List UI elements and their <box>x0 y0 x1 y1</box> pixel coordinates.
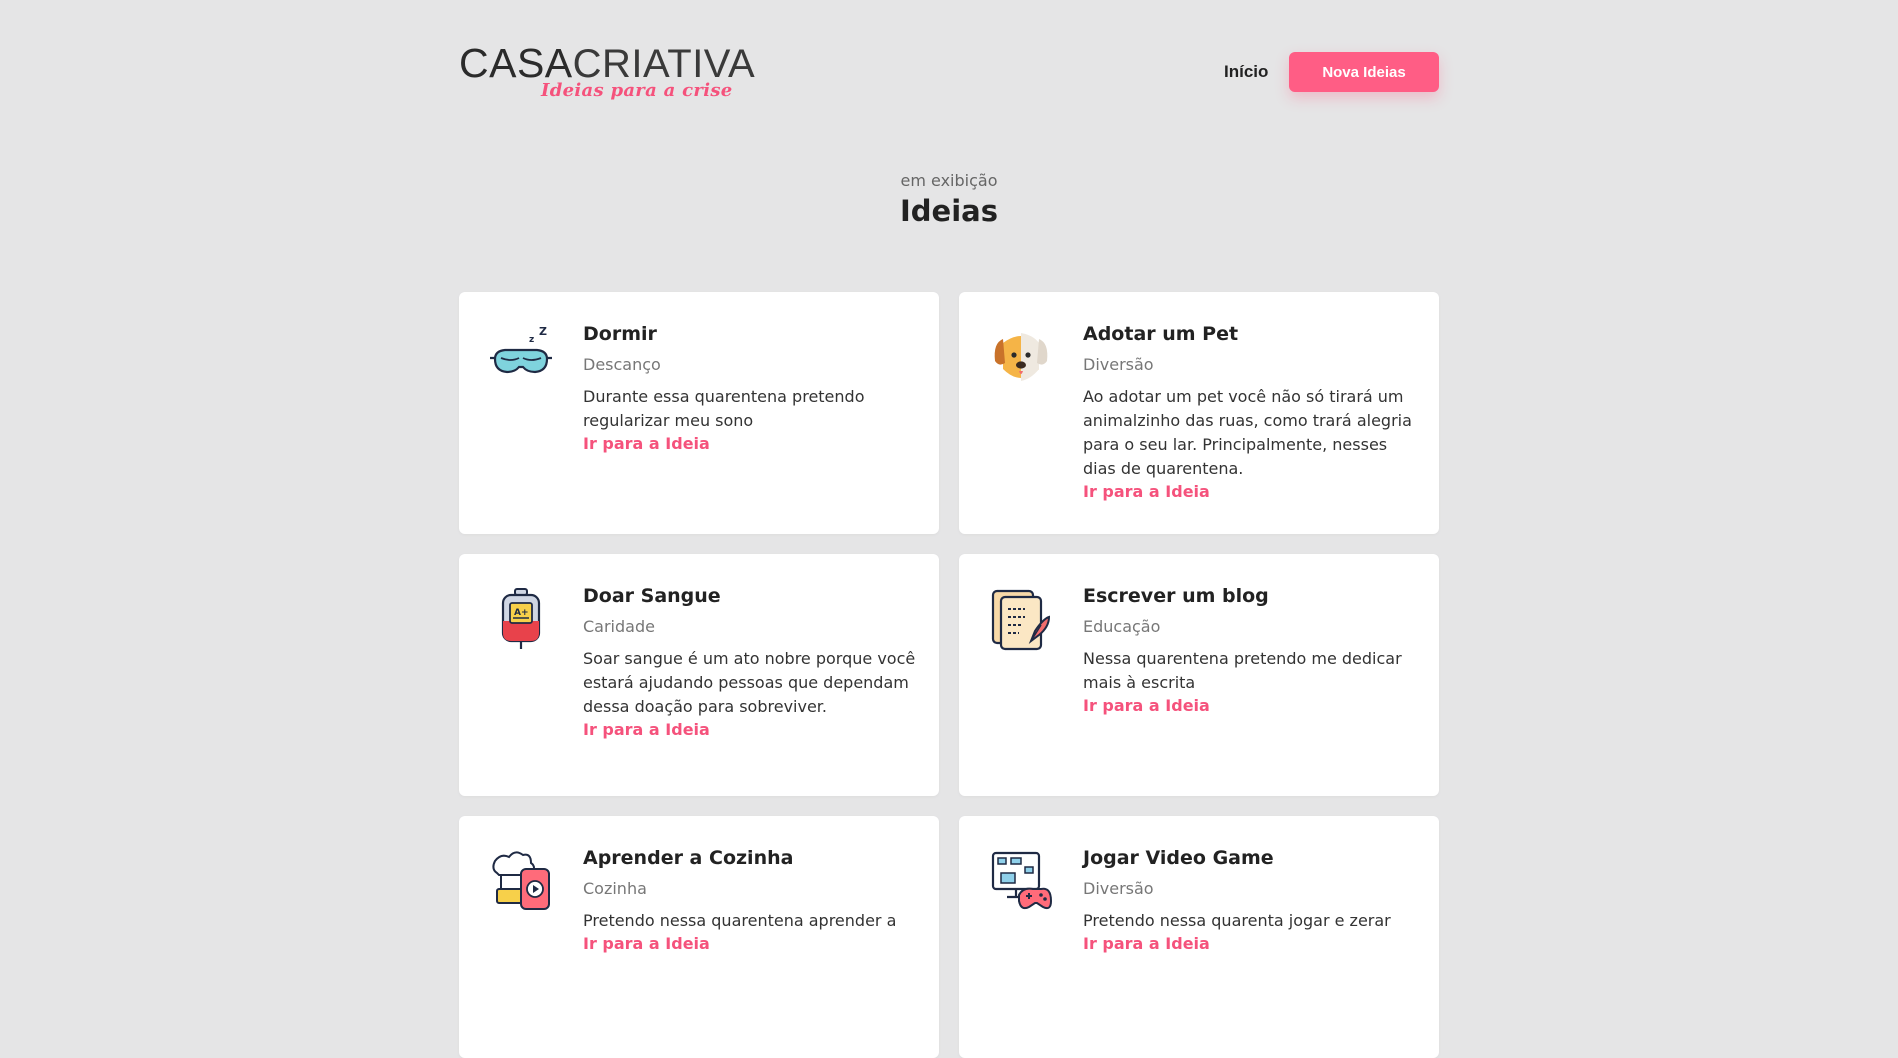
writing-paper-icon <box>991 589 1051 651</box>
svg-text:A+: A+ <box>514 608 529 618</box>
go-to-idea-link[interactable]: Ir para a Ideia <box>1083 933 1423 955</box>
idea-card: Escrever um blog Educação Nessa quarente… <box>959 554 1439 796</box>
idea-title: Dormir <box>583 323 657 345</box>
dog-icon <box>994 333 1048 381</box>
go-to-idea-link[interactable]: Ir para a Ideia <box>583 933 923 955</box>
idea-title: Doar Sangue <box>583 585 721 607</box>
new-idea-button[interactable]: Nova Ideias <box>1289 52 1439 92</box>
video-game-icon <box>991 851 1053 910</box>
idea-card: Adotar um Pet Diversão Ao adotar um pet … <box>959 292 1439 534</box>
go-to-idea-link[interactable]: Ir para a Ideia <box>1083 695 1423 717</box>
logo-tagline: Ideias para a crise <box>541 80 733 101</box>
idea-title: Escrever um blog <box>1083 585 1269 607</box>
idea-category: Diversão <box>1083 354 1154 374</box>
idea-card: Jogar Video Game Diversão Pretendo nessa… <box>959 816 1439 1058</box>
svg-text:z: z <box>529 335 534 345</box>
section-title: Ideias <box>900 194 998 228</box>
idea-card: Aprender a Cozinha Cozinha Pretendo ness… <box>459 816 939 1058</box>
go-to-idea-link[interactable]: Ir para a Ideia <box>1083 481 1423 503</box>
sleep-mask-icon: z Z <box>490 325 552 374</box>
idea-category: Diversão <box>1083 878 1154 898</box>
idea-description: Soar sangue é um ato nobre porque você e… <box>583 649 916 717</box>
svg-text:Z: Z <box>539 325 547 338</box>
idea-card: z Z Dormir Descanço Durante essa quarent… <box>459 292 939 534</box>
idea-description: Ao adotar um pet você não só tirará um a… <box>1083 387 1412 479</box>
go-to-idea-link[interactable]: Ir para a Ideia <box>583 719 923 741</box>
go-to-idea-link[interactable]: Ir para a Ideia <box>583 433 923 455</box>
section-overline: em exibição <box>900 171 998 190</box>
idea-title: Adotar um Pet <box>1083 323 1239 345</box>
idea-description: Nessa quarentena pretendo me dedicar mai… <box>1083 649 1402 693</box>
idea-category: Descanço <box>583 354 661 374</box>
idea-category: Educação <box>1083 616 1161 636</box>
idea-category: Cozinha <box>583 878 647 898</box>
idea-title: Jogar Video Game <box>1083 847 1274 869</box>
blood-bag-icon: A+ <box>501 588 541 649</box>
idea-description: Pretendo nessa quarentena aprender a <box>583 911 897 931</box>
idea-description: Pretendo nessa quarenta jogar e zerar <box>1083 911 1391 931</box>
idea-title: Aprender a Cozinha <box>583 847 794 869</box>
nav-home-link[interactable]: Início <box>1224 62 1268 82</box>
cooking-video-icon <box>492 851 550 910</box>
idea-card: A+ Doar Sangue Caridade Soar sangue é um… <box>459 554 939 796</box>
idea-description: Durante essa quarentena pretendo regular… <box>583 387 865 431</box>
logo[interactable]: CASACRIATIVA Ideias para a crise <box>459 36 759 106</box>
idea-category: Caridade <box>583 616 655 636</box>
page: CASACRIATIVA Ideias para a crise Início … <box>0 0 1898 1058</box>
